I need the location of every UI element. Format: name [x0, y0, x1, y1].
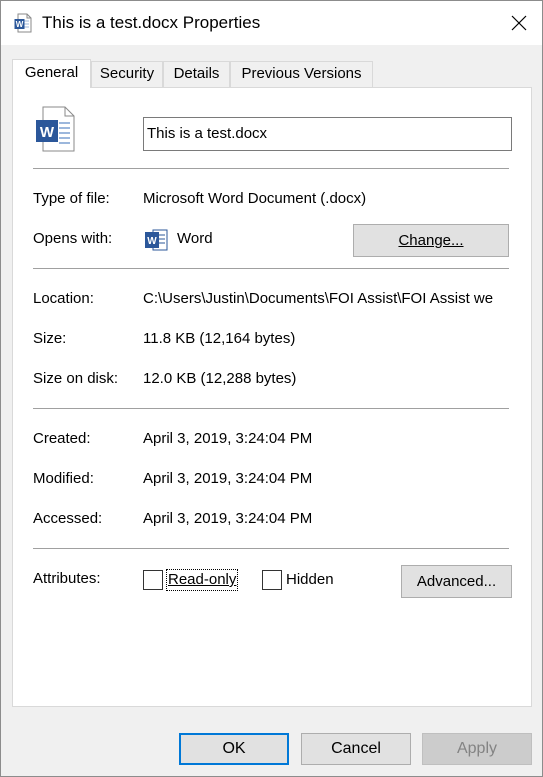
- accessed-label: Accessed:: [33, 510, 103, 527]
- hidden-checkbox[interactable]: [262, 570, 282, 590]
- size-label: Size:: [33, 330, 67, 347]
- general-tab-panel: W This is a test.docx Type of file: Micr…: [12, 87, 532, 707]
- window-title: This is a test.docx Properties: [42, 13, 261, 32]
- modified-value: April 3, 2019, 3:24:04 PM: [143, 470, 313, 487]
- separator: [33, 548, 509, 549]
- separator: [33, 408, 509, 409]
- location-value[interactable]: C:\Users\Justin\Documents\FOI Assist\FOI…: [143, 289, 513, 309]
- close-icon: [511, 15, 527, 31]
- separator: [33, 168, 509, 169]
- size-on-disk-label: Size on disk:: [33, 370, 119, 387]
- readonly-checkbox[interactable]: [143, 570, 163, 590]
- size-value: 11.8 KB (12,164 bytes): [143, 330, 296, 347]
- tab-general[interactable]: General: [12, 59, 91, 88]
- svg-text:W: W: [147, 236, 157, 247]
- location-label: Location:: [33, 290, 94, 307]
- attributes-label: Attributes:: [33, 570, 101, 587]
- filename-input[interactable]: This is a test.docx: [143, 117, 512, 151]
- hidden-label[interactable]: Hidden: [286, 570, 334, 590]
- size-on-disk-value: 12.0 KB (12,288 bytes): [143, 370, 297, 387]
- readonly-label[interactable]: Read-only: [165, 569, 239, 591]
- readonly-label-text: Read-only: [168, 571, 237, 588]
- tab-security[interactable]: Security: [91, 61, 163, 87]
- accessed-value: April 3, 2019, 3:24:04 PM: [143, 510, 313, 527]
- tab-previous-versions[interactable]: Previous Versions: [230, 61, 373, 87]
- created-label: Created:: [33, 430, 91, 447]
- tab-details[interactable]: Details: [163, 61, 230, 87]
- cancel-button[interactable]: Cancel: [301, 733, 411, 765]
- ok-button[interactable]: OK: [179, 733, 289, 765]
- separator: [33, 268, 509, 269]
- close-button[interactable]: [496, 1, 542, 45]
- advanced-button[interactable]: Advanced...: [401, 565, 512, 598]
- modified-label: Modified:: [33, 470, 94, 487]
- word-document-icon: W: [35, 106, 75, 152]
- opens-with-value: Word: [177, 230, 213, 247]
- type-of-file-label: Type of file:: [33, 190, 110, 207]
- title-bar: W This is a test.docx Properties: [1, 1, 542, 45]
- type-of-file-value: Microsoft Word Document (.docx): [143, 190, 367, 207]
- change-button[interactable]: Change...: [353, 224, 509, 257]
- word-document-icon: W: [14, 13, 32, 33]
- properties-dialog: W This is a test.docx Properties General…: [0, 0, 543, 777]
- created-value: April 3, 2019, 3:24:04 PM: [143, 430, 313, 447]
- svg-text:W: W: [40, 124, 55, 141]
- word-app-icon: W: [144, 228, 168, 252]
- svg-text:W: W: [16, 20, 24, 29]
- change-button-label: Change...: [398, 232, 464, 249]
- opens-with-label: Opens with:: [33, 230, 113, 247]
- apply-button[interactable]: Apply: [422, 733, 532, 765]
